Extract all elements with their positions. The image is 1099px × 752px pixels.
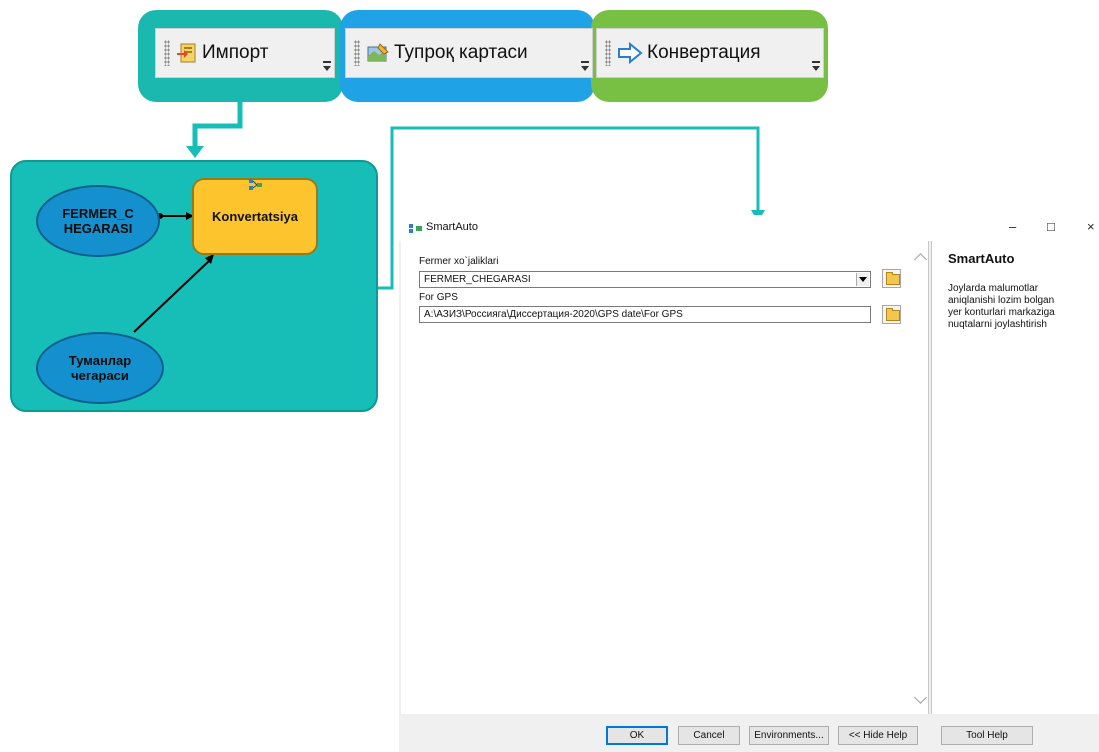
browse-folder-icon[interactable] bbox=[882, 305, 901, 324]
scroll-up-icon[interactable] bbox=[914, 253, 927, 266]
hide-help-button[interactable]: << Hide Help bbox=[838, 726, 918, 745]
input-fermer-label: FERMER_C HEGARASI bbox=[62, 206, 134, 236]
input-tumanlar-chegarasi[interactable]: Туманлар чегараси bbox=[36, 332, 164, 404]
scroll-down-icon[interactable] bbox=[914, 691, 927, 704]
dialog-title: SmartAuto bbox=[426, 221, 478, 233]
tool-help-button[interactable]: Tool Help bbox=[941, 726, 1033, 745]
process-label: Konvertatsiya bbox=[212, 209, 298, 224]
ok-button[interactable]: OK bbox=[606, 726, 668, 745]
close-button[interactable]: × bbox=[1087, 219, 1095, 234]
help-title: SmartAuto bbox=[948, 251, 1015, 266]
param-label-gps: For GPS bbox=[419, 292, 458, 303]
model-tool-icon bbox=[249, 179, 262, 190]
fermer-combo[interactable]: FERMER_CHEGARASI bbox=[419, 271, 871, 288]
fermer-combo-value: FERMER_CHEGARASI bbox=[424, 274, 531, 285]
parameters-scrollbar[interactable] bbox=[913, 241, 928, 714]
cancel-button[interactable]: Cancel bbox=[678, 726, 740, 745]
help-line: yer konturlari markaziga bbox=[948, 307, 1055, 318]
input-tumanlar-label: Туманлар чегараси bbox=[68, 353, 132, 383]
browse-folder-icon[interactable] bbox=[882, 269, 901, 288]
help-description: Joylarda malumotlar aniqlanishi lozim bo… bbox=[948, 283, 1088, 331]
minimize-button[interactable]: – bbox=[1009, 219, 1016, 234]
environments-button[interactable]: Environments... bbox=[749, 726, 829, 745]
chevron-down-icon[interactable] bbox=[856, 273, 869, 286]
param-label-fermer: Fermer xo`jaliklari bbox=[419, 256, 499, 267]
gps-path-input[interactable]: A:\АЗИЗ\Россияга\Диссертация-2020\GPS da… bbox=[419, 306, 871, 323]
help-pane: SmartAuto Joylarda malumotlar aniqlanish… bbox=[931, 241, 1099, 714]
parameters-pane: Fermer xo`jaliklari FERMER_CHEGARASI For… bbox=[401, 241, 929, 714]
help-line: aniqlanishi lozim bolgan bbox=[948, 295, 1055, 306]
input-fermer-chegarasi[interactable]: FERMER_C HEGARASI bbox=[36, 185, 160, 257]
maximize-button[interactable]: □ bbox=[1047, 219, 1055, 234]
gps-path-value: A:\АЗИЗ\Россияга\Диссертация-2020\GPS da… bbox=[424, 309, 683, 320]
dialog-titlebar[interactable]: SmartAuto – □ × bbox=[399, 215, 1099, 241]
smartauto-tool-icon bbox=[409, 224, 422, 233]
smartauto-dialog: SmartAuto – □ × Fermer xo`jaliklari FERM… bbox=[399, 215, 1099, 752]
help-line: Joylarda malumotlar bbox=[948, 283, 1039, 294]
help-line: nuqtalarni joylashtirish bbox=[948, 319, 1047, 330]
